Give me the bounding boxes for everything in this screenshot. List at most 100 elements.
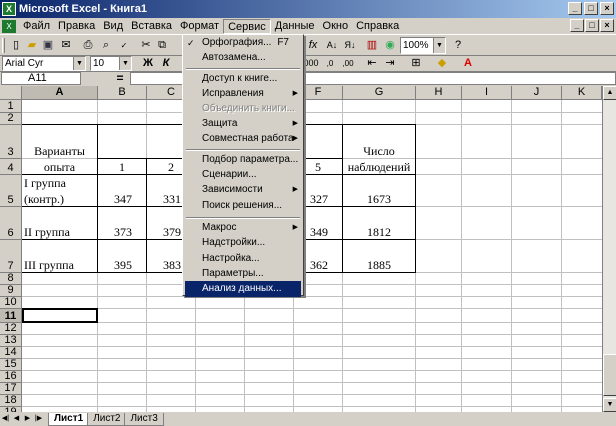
menu-autocorrect[interactable]: Автозамена... — [185, 50, 301, 66]
minimize-button[interactable]: _ — [568, 2, 582, 15]
menu-macro[interactable]: Макрос ▶ — [185, 220, 301, 236]
scroll-down-icon[interactable]: ▼ — [603, 398, 616, 412]
italic-button[interactable]: К — [158, 56, 174, 71]
cell-c6[interactable]: 379 — [147, 225, 181, 240]
function-icon[interactable]: fx — [305, 38, 321, 53]
menu-online-collab[interactable]: Совместная работа ▶ — [185, 131, 301, 147]
col-header-b[interactable]: B — [98, 86, 147, 100]
sheet-tab-2[interactable]: Лист2 — [87, 412, 127, 426]
open-icon[interactable]: ▰ — [24, 38, 40, 53]
print-icon[interactable]: ⎙ — [80, 38, 96, 53]
last-sheet-icon[interactable]: |▶ — [33, 413, 44, 425]
menu-options[interactable]: Параметры... — [185, 266, 301, 282]
spelling-icon[interactable]: ✓ — [116, 38, 132, 53]
row-header[interactable]: 7 — [0, 240, 22, 273]
increase-decimal-icon[interactable]: ,0 — [322, 56, 338, 71]
menu-goal-seek[interactable]: Подбор параметра... — [185, 152, 301, 168]
cell-a5-line1[interactable]: I группа — [24, 176, 96, 191]
cell-a4[interactable]: опыта — [22, 160, 97, 175]
cell-b4[interactable]: 1 — [98, 160, 146, 175]
col-header-g[interactable]: G — [343, 86, 416, 100]
scroll-thumb[interactable] — [603, 354, 616, 396]
menu-insert[interactable]: Вставка — [127, 19, 176, 34]
doc-close-button[interactable]: × — [600, 19, 614, 32]
menu-track-changes[interactable]: Исправления ▶ — [185, 86, 301, 102]
borders-icon[interactable]: ⊞ — [408, 56, 424, 71]
doc-restore-button[interactable]: □ — [585, 19, 599, 32]
chart-wizard-icon[interactable]: ▥ — [364, 38, 380, 53]
menu-addins[interactable]: Надстройки... — [185, 235, 301, 251]
map-icon[interactable]: ◉ — [382, 38, 398, 53]
row-header[interactable]: 2 — [0, 112, 22, 125]
menu-view[interactable]: Вид — [99, 19, 127, 34]
col-header-h[interactable]: H — [416, 86, 462, 100]
row-header[interactable]: 4 — [0, 159, 22, 175]
sort-desc-icon[interactable]: Я↓ — [342, 38, 358, 53]
select-all-corner[interactable] — [0, 86, 22, 100]
row-header[interactable]: 3 — [0, 125, 22, 159]
cell-c7[interactable]: 383 — [147, 258, 181, 273]
font-color-icon[interactable]: A — [460, 56, 476, 71]
decrease-indent-icon[interactable]: ⇤ — [364, 56, 380, 71]
cell-g3[interactable]: Число — [343, 144, 415, 159]
preview-icon[interactable]: ⌕ — [98, 38, 114, 53]
menu-format[interactable]: Формат — [176, 19, 223, 34]
doc-minimize-button[interactable]: _ — [570, 19, 584, 32]
menu-data[interactable]: Данные — [271, 19, 319, 34]
increase-indent-icon[interactable]: ⇥ — [382, 56, 398, 71]
save-icon[interactable]: ▣ — [40, 38, 56, 53]
workbook-icon[interactable]: X — [2, 19, 16, 33]
decrease-decimal-icon[interactable]: ,00 — [340, 56, 356, 71]
maximize-button[interactable]: □ — [584, 2, 598, 15]
cell-a7[interactable]: III группа — [24, 258, 96, 273]
menu-solver[interactable]: Поиск решения... — [185, 198, 301, 214]
menu-window[interactable]: Окно — [319, 19, 353, 34]
close-button[interactable]: × — [600, 2, 614, 15]
menu-auditing[interactable]: Зависимости ▶ — [185, 182, 301, 198]
first-sheet-icon[interactable]: ◀| — [0, 413, 11, 425]
active-cell-a11[interactable] — [22, 308, 98, 323]
menu-file[interactable]: Файл — [19, 19, 54, 34]
font-select[interactable]: Arial Cyr ▼ — [2, 56, 86, 71]
col-header-a[interactable]: A — [22, 86, 98, 100]
menu-service[interactable]: Сервис — [223, 18, 271, 34]
col-header-j[interactable]: J — [512, 86, 562, 100]
zoom-select[interactable]: 100% ▼ — [400, 37, 446, 54]
cut-icon[interactable]: ✂ — [138, 38, 154, 53]
col-header-i[interactable]: I — [462, 86, 512, 100]
cell-g5[interactable]: 1673 — [343, 192, 415, 207]
new-icon[interactable]: ▯ — [8, 38, 24, 53]
menu-help[interactable]: Справка — [352, 19, 403, 34]
menu-share-workbook[interactable]: Доступ к книге... — [185, 71, 301, 87]
cell-b5[interactable]: 347 — [98, 192, 132, 207]
formula-equals[interactable]: = — [112, 71, 128, 85]
menu-customize[interactable]: Настройка... — [185, 251, 301, 267]
prev-sheet-icon[interactable]: ◀ — [11, 413, 22, 425]
row-header[interactable]: 6 — [0, 207, 22, 240]
cell-b6[interactable]: 373 — [98, 225, 132, 240]
cell-a6[interactable]: II группа — [24, 225, 96, 240]
vertical-scrollbar[interactable]: ▲ ▼ — [602, 86, 616, 412]
cell-g6[interactable]: 1812 — [343, 225, 415, 240]
menu-scenarios[interactable]: Сценарии... — [185, 167, 301, 183]
scroll-up-icon[interactable]: ▲ — [603, 86, 616, 100]
cell-a3[interactable]: Варианты — [22, 144, 97, 159]
email-icon[interactable]: ✉ — [58, 38, 74, 53]
next-sheet-icon[interactable]: ▶ — [22, 413, 33, 425]
copy-icon[interactable]: ⧉ — [154, 38, 170, 53]
sheet-tab-1[interactable]: Лист1 — [48, 412, 90, 426]
row-header[interactable]: 5 — [0, 175, 22, 207]
sort-asc-icon[interactable]: A↓ — [324, 38, 340, 53]
cell-g7[interactable]: 1885 — [343, 258, 415, 273]
fill-color-icon[interactable]: ◆ — [434, 56, 450, 71]
thousands-icon[interactable]: 000 — [303, 56, 319, 71]
row-header[interactable]: 10 — [0, 296, 22, 309]
menu-spelling[interactable]: ✓ Орфография... F7 — [185, 35, 301, 51]
font-size-select[interactable]: 10 ▼ — [90, 56, 132, 71]
cell-a5-line2[interactable]: (контр.) — [24, 192, 96, 207]
menu-data-analysis[interactable]: Анализ данных... — [185, 281, 301, 297]
help-icon[interactable]: ? — [450, 38, 466, 53]
menu-edit[interactable]: Правка — [54, 19, 99, 34]
menu-protection[interactable]: Защита ▶ — [185, 116, 301, 132]
cell-b7[interactable]: 395 — [98, 258, 132, 273]
